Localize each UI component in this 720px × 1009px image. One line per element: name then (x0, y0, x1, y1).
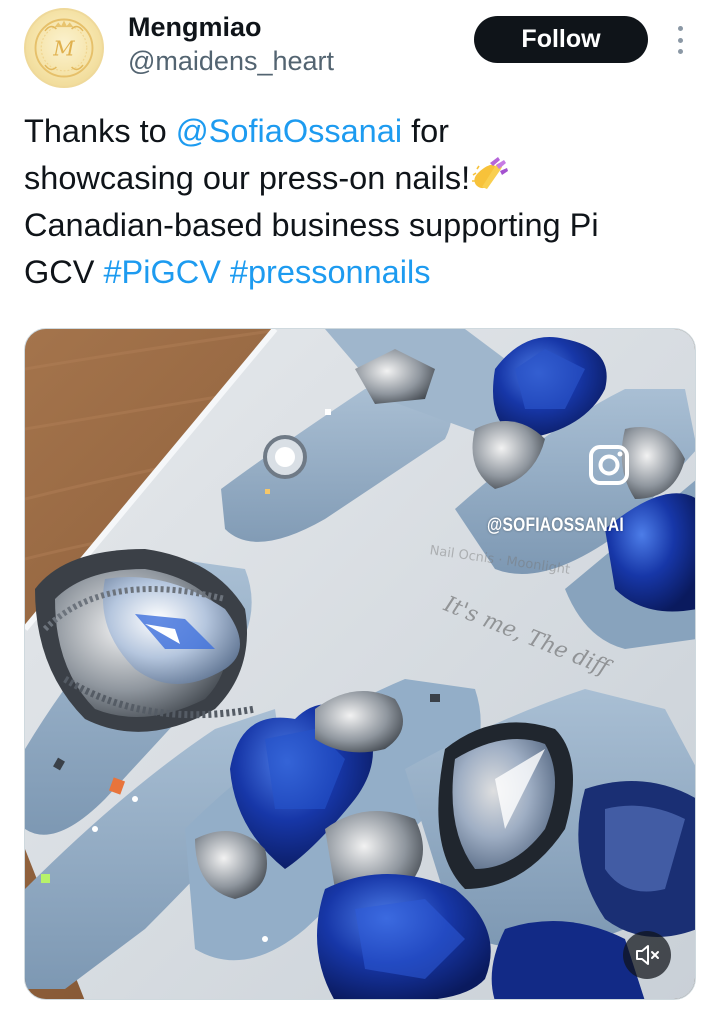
hashtag-link[interactable]: #PiGCV (103, 254, 220, 290)
more-options-icon[interactable] (668, 22, 692, 58)
tweet-text-segment: for (402, 113, 450, 149)
video-watermark-handle: @SOFIAOSSANAI (487, 515, 624, 536)
tweet-line-2: showcasing our press-on nails! (24, 155, 694, 202)
tweet-text-segment: GCV (24, 254, 104, 290)
author-handle[interactable]: @maidens_heart (128, 46, 334, 77)
instagram-icon (589, 445, 629, 485)
mention-link[interactable]: @SofiaOssanai (176, 113, 402, 149)
avatar-crest-icon: M (34, 18, 94, 78)
tweet-text-segment (221, 254, 230, 290)
tweet-line-3: Canadian-based business supporting Pi (24, 207, 599, 243)
more-dot (677, 26, 683, 31)
tweet-text-segment: showcasing our press-on nails! (24, 160, 471, 196)
svg-text:M: M (52, 37, 75, 61)
author-display-name[interactable]: Mengmiao (128, 12, 262, 43)
more-dot (677, 49, 683, 54)
tweet-line-1: Thanks to @SofiaOssanai for (24, 108, 694, 155)
hashtag-link[interactable]: #pressonnails (230, 254, 431, 290)
author-avatar[interactable]: M (24, 8, 104, 88)
mute-toggle-button[interactable] (623, 931, 671, 979)
tweet-header: M Mengmiao @maidens_heart Follow (0, 0, 720, 96)
tweet-line-4: GCV #PiGCV #pressonnails (24, 249, 694, 296)
tweet-text-segment: Thanks to (24, 113, 176, 149)
volume-muted-icon (636, 945, 659, 965)
nail-polish-emoji-icon (472, 157, 509, 189)
follow-button[interactable]: Follow (474, 16, 648, 63)
tweet-video[interactable]: @SOFIAOSSANAI Nail Ocnis · Moonlight It'… (24, 328, 696, 1000)
more-dot (677, 37, 683, 43)
tweet-text: Thanks to @SofiaOssanai for showcasing o… (24, 108, 694, 296)
